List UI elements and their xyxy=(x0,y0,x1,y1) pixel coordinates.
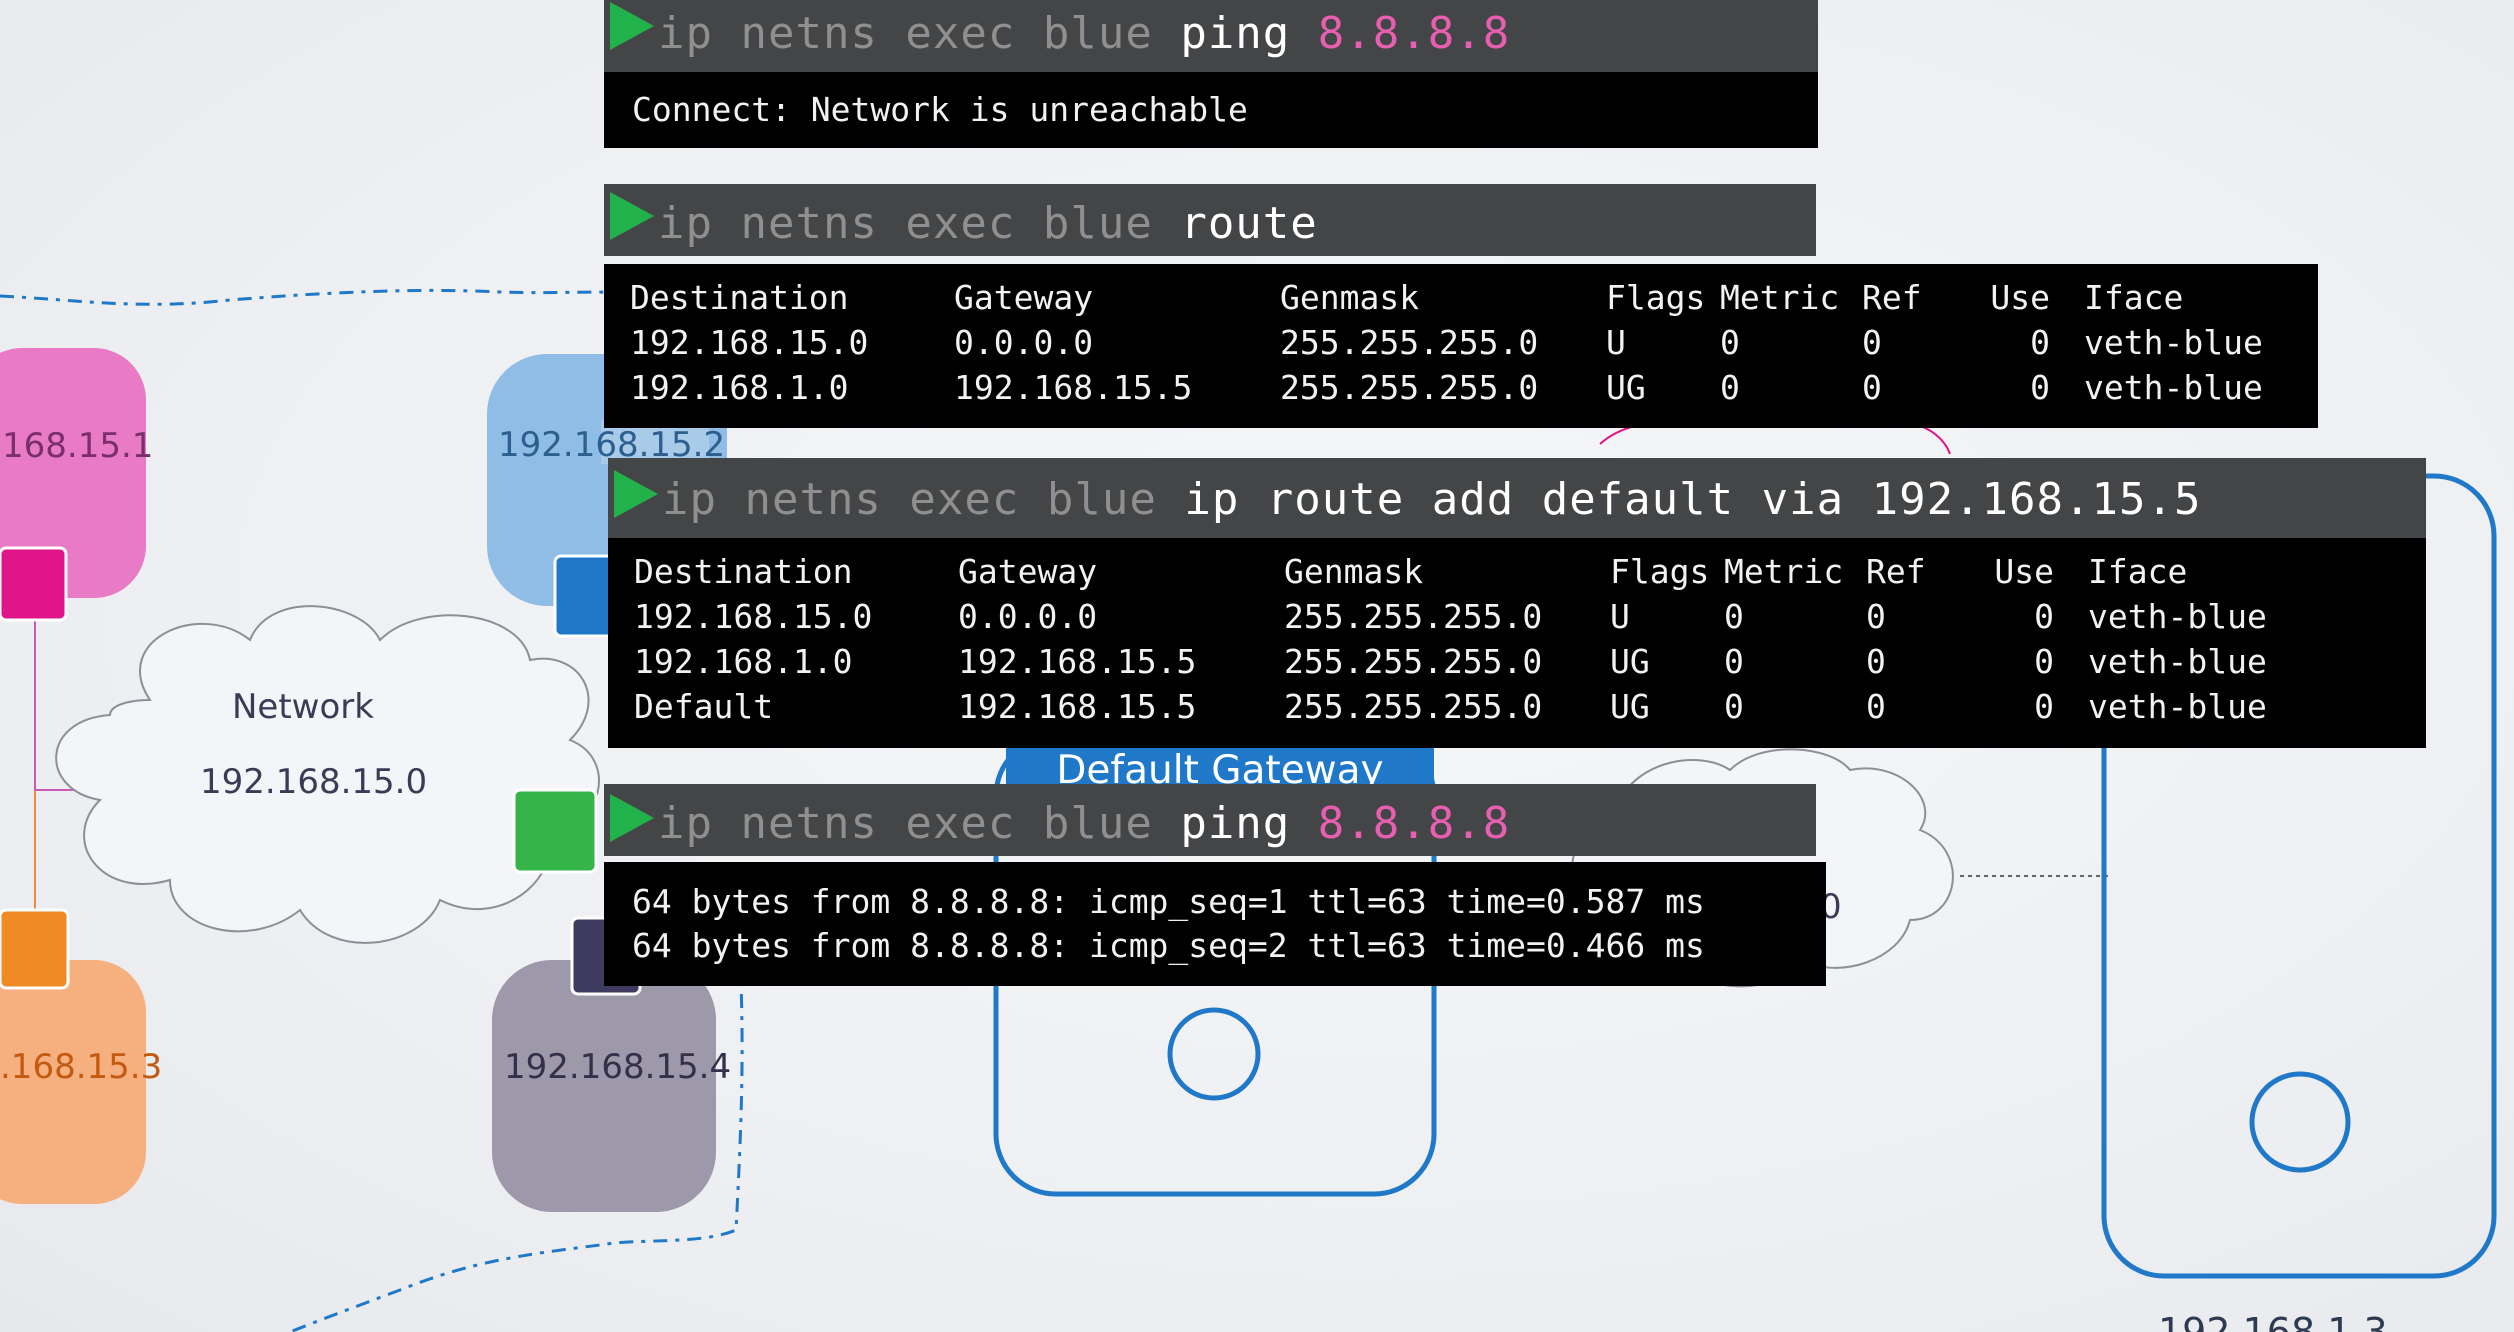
table-cell: 0 xyxy=(2034,597,2054,636)
table-cell: Default xyxy=(634,687,774,726)
table-cell: U xyxy=(1606,323,1626,362)
table-cell: 0 xyxy=(2030,323,2050,362)
table-header-cell: Use xyxy=(1994,552,2054,591)
table-cell: 192.168.15.5 xyxy=(958,642,1197,681)
table-cell: 0 xyxy=(1724,642,1744,681)
right-host-ip: 192.168.1.3 xyxy=(2158,1310,2388,1332)
table-cell: 0 xyxy=(1724,687,1744,726)
output-line: 64 bytes from 8.8.8.8: icmp_seq=1 ttl=63… xyxy=(632,882,1705,921)
command-text: ip netns exec blue ping 8.8.8.8 xyxy=(658,8,1511,59)
command-bar: ip netns exec blue ping 8.8.8.8 xyxy=(604,0,1818,72)
table-cell: 192.168.1.0 xyxy=(634,642,853,681)
right-host-button xyxy=(2249,1071,2351,1173)
node-4-ip: 192.168.15.4 xyxy=(504,1047,731,1087)
table-header-cell: Flags xyxy=(1610,552,1710,591)
command-bar: ip netns exec blue route xyxy=(604,184,1816,256)
table-header-cell: Gateway xyxy=(954,278,1094,317)
table-cell: 255.255.255.0 xyxy=(1284,597,1543,636)
prompt-icon xyxy=(614,470,658,518)
command-text: ip netns exec blue ip route add default … xyxy=(662,474,2202,525)
table-header-cell: Use xyxy=(1990,278,2050,317)
table-cell: 192.168.15.0 xyxy=(634,597,873,636)
table-header-cell: Gateway xyxy=(958,552,1098,591)
network-title: Network xyxy=(232,687,374,727)
table-cell: 0 xyxy=(1866,642,1886,681)
table-cell: veth-blue xyxy=(2088,687,2267,726)
interface-bridge xyxy=(512,788,598,874)
prompt-icon xyxy=(610,192,654,240)
table-cell: 192.168.1.0 xyxy=(630,368,849,407)
output-line: Connect: Network is unreachable xyxy=(632,90,1248,129)
route-table: Destination Gateway Genmask Flags Metric Ref U… xyxy=(604,264,2318,428)
table-cell: 0 xyxy=(2034,687,2054,726)
arc-accent-2 xyxy=(1909,423,1951,455)
table-cell: 192.168.15.0 xyxy=(630,323,869,362)
table-cell: 0 xyxy=(1866,687,1886,726)
table-cell: veth-blue xyxy=(2084,323,2263,362)
node-1-ip: 168.15.1 xyxy=(2,426,153,466)
table-cell: veth-blue xyxy=(2084,368,2263,407)
interface-1 xyxy=(0,546,68,622)
output-line: 64 bytes from 8.8.8.8: icmp_seq=2 ttl=63… xyxy=(632,926,1705,965)
table-cell: UG xyxy=(1610,642,1650,681)
table-cell: 0 xyxy=(1862,323,1882,362)
table-header-cell: Genmask xyxy=(1284,552,1424,591)
table-header-cell: Flags xyxy=(1606,278,1706,317)
table-cell: veth-blue xyxy=(2088,597,2267,636)
output-box: 64 bytes from 8.8.8.8: icmp_seq=1 ttl=63… xyxy=(604,862,1826,986)
table-header-cell: Genmask xyxy=(1280,278,1420,317)
output-box: Connect: Network is unreachable xyxy=(604,72,1818,148)
namespace-boundary xyxy=(0,288,651,306)
command-bar: ip netns exec blue ip route add default … xyxy=(608,458,2426,538)
prompt-icon xyxy=(610,794,654,842)
prompt-icon xyxy=(610,2,654,50)
table-cell: 0.0.0.0 xyxy=(958,597,1098,636)
table-cell: 255.255.255.0 xyxy=(1284,642,1543,681)
gateway-host-button xyxy=(1167,1007,1261,1101)
table-cell: 0 xyxy=(1862,368,1882,407)
table-header-cell: Destination xyxy=(630,278,849,317)
table-header-cell: Ref xyxy=(1866,552,1926,591)
command-bar: ip netns exec blue ping 8.8.8.8 xyxy=(604,784,1816,856)
network-subnet: 192.168.15.0 xyxy=(200,762,427,802)
table-cell: 0 xyxy=(1866,597,1886,636)
table-cell: 0 xyxy=(1720,368,1740,407)
table-cell: 255.255.255.0 xyxy=(1284,687,1543,726)
table-cell: 255.255.255.0 xyxy=(1280,323,1539,362)
table-cell: UG xyxy=(1610,687,1650,726)
table-cell: 0.0.0.0 xyxy=(954,323,1094,362)
table-cell: 0 xyxy=(2030,368,2050,407)
table-header-cell: Metric xyxy=(1720,278,1840,317)
table-cell: 192.168.15.5 xyxy=(954,368,1193,407)
table-header-cell: Ref xyxy=(1862,278,1922,317)
interface-3 xyxy=(0,908,70,990)
table-header-cell: Metric xyxy=(1724,552,1844,591)
table-cell: U xyxy=(1610,597,1630,636)
node-3-ip: .168.15.3 xyxy=(0,1047,162,1087)
table-header-cell: Destination xyxy=(634,552,853,591)
table-cell: 0 xyxy=(1724,597,1744,636)
table-cell: veth-blue xyxy=(2088,642,2267,681)
command-text: ip netns exec blue route xyxy=(658,198,1318,249)
route-table: Destination Gateway Genmask Flags Metric Ref U… xyxy=(608,538,2426,748)
default-gateway-label: Default Gateway xyxy=(1006,742,1434,788)
table-cell: UG xyxy=(1606,368,1646,407)
table-cell: 255.255.255.0 xyxy=(1280,368,1539,407)
table-cell: 192.168.15.5 xyxy=(958,687,1197,726)
table-header-cell: Iface xyxy=(2088,552,2188,591)
command-text: ip netns exec blue ping 8.8.8.8 xyxy=(658,798,1511,849)
table-cell: 0 xyxy=(1720,323,1740,362)
table-cell: 0 xyxy=(2034,642,2054,681)
table-header-cell: Iface xyxy=(2084,278,2184,317)
